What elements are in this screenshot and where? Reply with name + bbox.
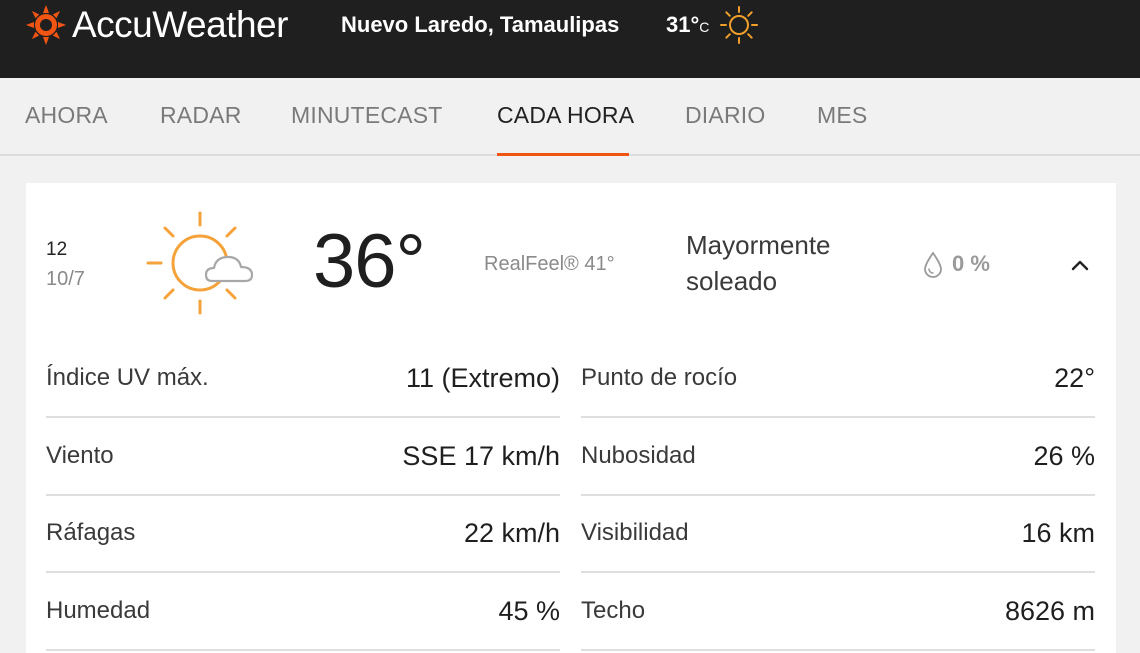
detail-value: 22° [1054,363,1095,393]
tab-mes[interactable]: MES [817,101,867,129]
detail-label: Punto de rocío [581,364,738,391]
detail-label: Índice UV máx. [46,364,209,391]
detail-uv-index: Índice UV máx. 11 (Extremo) [46,340,560,418]
weather-phrase: Mayormente soleado [686,227,886,299]
detail-label: Visibilidad [581,519,689,546]
tab-ahora[interactable]: AHORA [25,101,108,129]
detail-value: 8626 m [1004,596,1095,626]
top-header: AccuWeather Nuevo Laredo, Tamaulipas 31°… [0,0,1140,78]
weather-phrase-line1: Mayormente [686,230,831,260]
sun-logo-icon[interactable] [25,4,67,46]
detail-dew-point: Punto de rocío 22° [581,340,1095,418]
detail-label: Ráfagas [46,519,136,546]
realfeel-temperature: RealFeel® 41° [484,253,615,275]
forecast-date: 10/7 [46,268,85,290]
detail-cloud-cover: Nubosidad 26 % [581,418,1095,496]
tab-cada-hora[interactable]: CADA HORA [497,101,634,129]
forecast-nav: AHORA RADAR MINUTECAST CADA HORA DIARIO … [0,78,1140,156]
drop-icon [924,251,942,278]
tab-diario[interactable]: DIARIO [685,101,765,129]
header-temperature-value: 31° [666,12,700,37]
mostly-sunny-icon [146,211,254,315]
hourly-forecast-card[interactable]: 12 10/7 36° RealFeel® 41° Mayormente sol… [26,183,1116,653]
header-temperature-unit: C [699,19,710,35]
detail-value: 16 km [1021,518,1095,548]
detail-label: Techo [581,597,646,624]
detail-wind: Viento SSE 17 km/h [46,418,560,496]
tab-minutecast[interactable]: MINUTECAST [291,101,443,129]
detail-label: Humedad [46,597,151,624]
detail-value: 45 % [498,596,560,626]
header-location[interactable]: Nuevo Laredo, Tamaulipas [341,11,619,39]
brand-name[interactable]: AccuWeather [72,2,288,48]
forecast-hour: 12 [46,239,68,260]
detail-value: 11 (Extremo) [405,363,560,393]
detail-value: 22 km/h [463,518,560,548]
chevron-up-icon[interactable] [1068,255,1092,275]
detail-label: Nubosidad [581,442,696,469]
sun-icon [720,6,758,44]
tab-radar[interactable]: RADAR [160,101,242,129]
detail-value: SSE 17 km/h [402,441,560,471]
detail-value: 26 % [1033,441,1095,471]
detail-gusts: Ráfagas 22 km/h [46,495,560,573]
precipitation-probability: 0 % [952,251,990,276]
weather-phrase-line2: soleado [686,266,778,296]
current-temperature: 36° [313,219,426,304]
header-temperature: 31°C [666,11,709,41]
detail-ceiling: Techo 8626 m [581,573,1095,651]
detail-label: Viento [46,442,114,469]
active-tab-indicator [497,153,629,156]
detail-humidity: Humedad 45 % [46,573,560,651]
detail-visibility: Visibilidad 16 km [581,495,1095,573]
